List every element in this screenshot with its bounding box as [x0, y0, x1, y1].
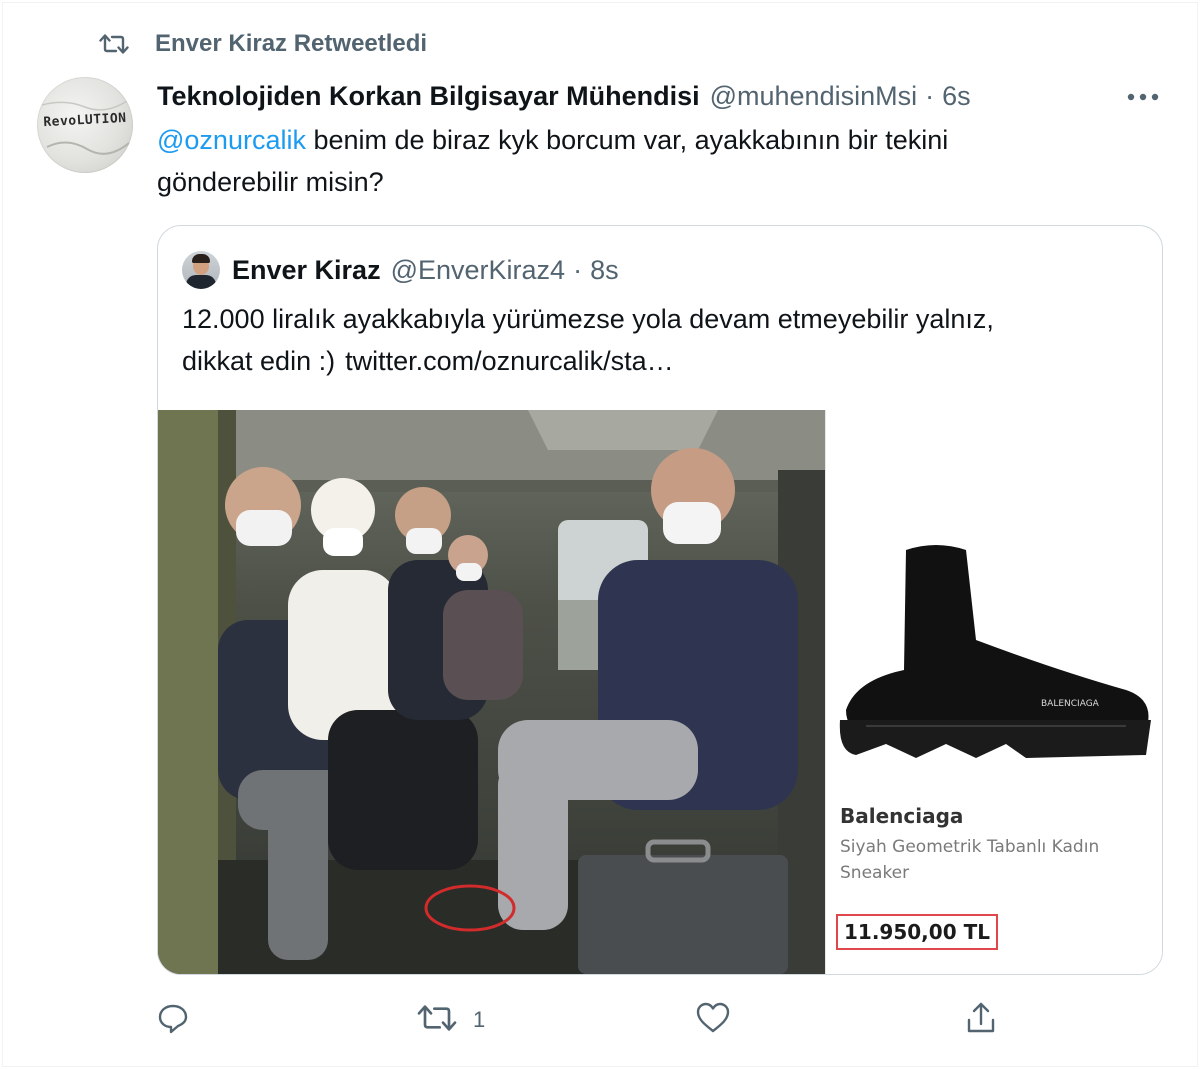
- mention-link[interactable]: @oznurcalik: [157, 125, 306, 155]
- quoted-text-line2: dikkat edin :): [182, 346, 336, 376]
- author-handle[interactable]: @muhendisinMsi: [710, 81, 917, 112]
- product-brand: Balenciaga: [840, 804, 964, 828]
- share-icon: [963, 1000, 999, 1041]
- tweet-text: @oznurcalik benim de biraz kyk borcum va…: [157, 119, 1077, 203]
- quoted-tweet[interactable]: Enver Kiraz @EnverKiraz4 · 8s 12.000 lir…: [157, 225, 1163, 975]
- heart-icon: [695, 1001, 731, 1040]
- retweet-context-label: Enver Kiraz Retweetledi: [155, 30, 428, 57]
- retweet-icon: [99, 29, 133, 59]
- separator: ·: [925, 80, 935, 111]
- quoted-tweet-header: Enver Kiraz @EnverKiraz4 · 8s: [182, 248, 619, 292]
- more-button[interactable]: [1121, 83, 1165, 111]
- quoted-tweet-time: 8s: [590, 254, 619, 285]
- quoted-author-handle: @EnverKiraz4: [390, 254, 566, 285]
- tweet-container: Enver Kiraz Retweetledi RevoLUTION Tekno…: [2, 2, 1198, 1067]
- sneaker-image: BALENCIAGA: [839, 545, 1151, 758]
- author-name[interactable]: Teknolojiden Korkan Bilgisayar Mühendisi: [157, 81, 700, 112]
- action-bar: 1: [155, 997, 1015, 1043]
- helicopter-photo[interactable]: [158, 410, 825, 974]
- separator: ·: [573, 254, 583, 285]
- retweet-icon: [417, 1002, 457, 1039]
- reply-icon: [155, 1000, 191, 1041]
- retweet-context[interactable]: Enver Kiraz Retweetledi: [99, 29, 427, 59]
- reply-button[interactable]: [155, 997, 207, 1043]
- product-price: 11.950,00 TL: [836, 914, 998, 950]
- tweet-text-line1: benim de biraz kyk borcum var, ayakkabın…: [305, 125, 949, 155]
- product-image[interactable]: BALENCIAGA Balenciaga Siyah Geometrik Ta…: [825, 410, 1162, 974]
- quoted-author-name: Enver Kiraz: [232, 254, 381, 285]
- quoted-link: twitter.com/oznurcalik/sta…: [345, 346, 674, 376]
- shoe-logo-text: BALENCIAGA: [1041, 699, 1100, 709]
- retweet-button[interactable]: 1: [417, 997, 485, 1043]
- quoted-tweet-text: 12.000 liralık ayakkabıyla yürümezse yol…: [182, 298, 1122, 382]
- quoted-text-line1: 12.000 liralık ayakkabıyla yürümezse yol…: [182, 304, 994, 334]
- tweet-header: Teknolojiden Korkan Bilgisayar Mühendisi…: [157, 77, 971, 115]
- tweet-text-line2: gönderebilir misin?: [157, 167, 384, 197]
- more-horizontal-icon: [1127, 88, 1159, 106]
- quoted-avatar: [182, 251, 220, 289]
- tweet-time[interactable]: 6s: [942, 81, 971, 112]
- like-button[interactable]: [695, 997, 747, 1043]
- product-description: Siyah Geometrik Tabanlı Kadın Sneaker: [840, 837, 1100, 883]
- share-button[interactable]: [963, 997, 999, 1043]
- retweet-count: 1: [473, 1007, 486, 1032]
- avatar[interactable]: RevoLUTION: [37, 77, 133, 173]
